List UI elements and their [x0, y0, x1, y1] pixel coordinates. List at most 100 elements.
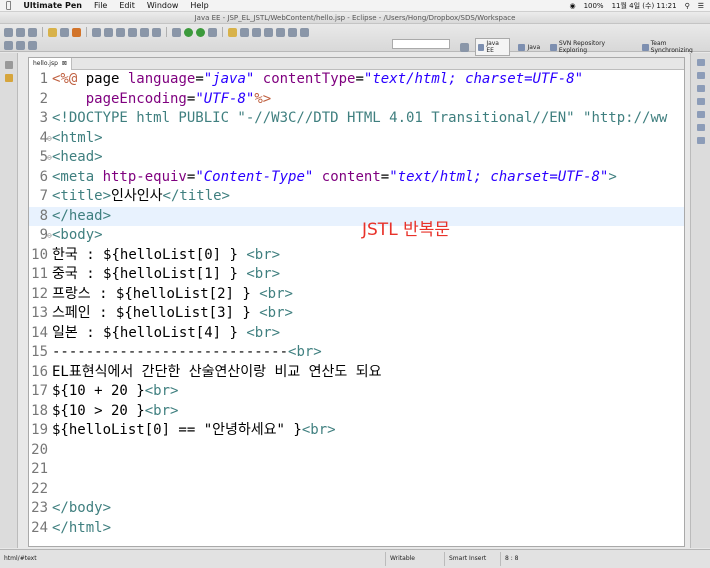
- code-line[interactable]: 16 EL표현식에서 간단한 산술연산이랑 비교 연산도 되요: [29, 363, 684, 383]
- code-line[interactable]: 21: [29, 460, 684, 480]
- code-line[interactable]: 8 </head>: [29, 206, 684, 226]
- properties-icon[interactable]: [696, 111, 705, 118]
- line-number: 3: [39, 110, 48, 126]
- outline-icon[interactable]: [696, 72, 705, 79]
- code-line[interactable]: 17 ${10 + 20 }<br>: [29, 382, 684, 402]
- back-icon[interactable]: [288, 27, 297, 37]
- code-line[interactable]: 4 ⊖ <html>: [29, 129, 684, 149]
- code-line[interactable]: 7 <title>인사인사</title>: [29, 187, 684, 207]
- code-line[interactable]: 14 일본 : ${helloList[4] } <br>: [29, 324, 684, 344]
- task-list-icon[interactable]: [696, 85, 705, 92]
- project-explorer-icon[interactable]: [4, 74, 13, 82]
- code-token: "UTF-8": [195, 90, 255, 107]
- fold-toggle-icon[interactable]: ⊖: [47, 148, 52, 168]
- fold-toggle-icon[interactable]: ⊖: [47, 129, 52, 149]
- code-token: <br>: [259, 305, 293, 321]
- code-token: ${10 + 20 }: [52, 383, 145, 399]
- code-line[interactable]: 5 ⊖ <head>: [29, 148, 684, 168]
- left-trim-stack: [0, 53, 18, 548]
- server-icon[interactable]: [48, 27, 57, 37]
- markers-icon[interactable]: [696, 98, 705, 105]
- code-line[interactable]: 12 프랑스 : ${helloList[2] } <br>: [29, 285, 684, 305]
- quick-access-input[interactable]: [392, 39, 450, 49]
- code-token: <%@: [52, 71, 86, 87]
- code-token: page: [85, 71, 128, 87]
- print-icon[interactable]: [28, 27, 37, 37]
- apple-icon[interactable]: : [6, 0, 11, 12]
- code-line[interactable]: 11 중국 : ${helloList[1] } <br>: [29, 265, 684, 285]
- new-server-icon[interactable]: [128, 27, 137, 37]
- debug-icon[interactable]: [172, 27, 181, 37]
- code-line[interactable]: 1 <%@ page language="java" contentType="t…: [29, 70, 684, 90]
- menu-list-icon[interactable]: ☰: [698, 0, 704, 12]
- toggle-mark-icon[interactable]: [4, 40, 13, 50]
- menu-help[interactable]: Help: [190, 0, 208, 12]
- code-token: content: [321, 168, 381, 185]
- code-line[interactable]: 20: [29, 441, 684, 461]
- code-line[interactable]: 19 ${helloList[0] == "안녕하세요" }<br>: [29, 421, 684, 441]
- close-icon[interactable]: ⊠: [62, 58, 67, 70]
- new-class-icon[interactable]: [240, 27, 249, 37]
- new-icon[interactable]: [4, 27, 13, 37]
- fold-toggle-icon[interactable]: ⊖: [47, 226, 52, 246]
- line-number: 22: [31, 480, 48, 497]
- perspective-java-ee[interactable]: Java EE: [474, 38, 511, 56]
- restore-view-icon[interactable]: [4, 61, 13, 69]
- console-icon[interactable]: [696, 137, 705, 144]
- servers-icon[interactable]: [696, 124, 705, 131]
- code-line[interactable]: 22: [29, 480, 684, 500]
- perspective-java[interactable]: Java: [516, 43, 542, 52]
- save-icon[interactable]: [16, 27, 25, 37]
- publish-icon[interactable]: [152, 27, 161, 37]
- tools-icon[interactable]: [72, 27, 81, 37]
- code-line[interactable]: 10 한국 : ${helloList[0] } <br>: [29, 246, 684, 266]
- deploy-icon[interactable]: [140, 27, 149, 37]
- code-line[interactable]: 23 </body>: [29, 499, 684, 519]
- open-perspective-icon[interactable]: [252, 27, 261, 37]
- search-icon[interactable]: ⚲: [685, 0, 690, 12]
- main-toolbar: Java EE Java SVN Repository Exploring Te…: [0, 24, 710, 56]
- annotation-prev-icon[interactable]: [276, 27, 285, 37]
- build-icon[interactable]: [60, 27, 69, 37]
- code-line[interactable]: 3 <!DOCTYPE html PUBLIC "-//W3C//DTD HTML…: [29, 109, 684, 129]
- clock[interactable]: 11월 4일 (수) 11:21: [612, 0, 677, 12]
- line-number: 10: [31, 246, 48, 263]
- wifi-icon[interactable]: ◉: [569, 0, 575, 12]
- app-name[interactable]: Ultimate Pen: [23, 0, 82, 12]
- code-line[interactable]: 24 </html>: [29, 519, 684, 539]
- line-number: 14: [31, 324, 48, 341]
- forward-icon[interactable]: [300, 27, 309, 37]
- menu-edit[interactable]: Edit: [119, 0, 135, 12]
- run-icon[interactable]: [184, 27, 193, 37]
- code-area[interactable]: 1 <%@ page language="java" contentType="t…: [29, 70, 684, 546]
- code-line[interactable]: 15 ----------------------------<br>: [29, 343, 684, 363]
- code-line[interactable]: 13 스페인 : ${helloList[3] } <br>: [29, 304, 684, 324]
- external-tools-icon[interactable]: [208, 27, 217, 37]
- annotation-next-icon[interactable]: [264, 27, 273, 37]
- code-token: <br>: [259, 285, 293, 302]
- perspective-svn[interactable]: SVN Repository Exploring: [548, 39, 634, 55]
- open-perspective-button-icon[interactable]: [460, 42, 469, 52]
- search-tool-icon[interactable]: [92, 27, 101, 37]
- tab-hello-jsp[interactable]: hello.jsp ⊠: [29, 58, 72, 70]
- code-line[interactable]: 6 <meta http-equiv = "Content-Type" content…: [29, 168, 684, 188]
- run-last-icon[interactable]: [196, 27, 205, 37]
- code-token: language: [127, 71, 196, 87]
- open-task-icon[interactable]: [116, 27, 125, 37]
- code-line[interactable]: 18 ${10 > 20 }<br>: [29, 402, 684, 422]
- toggle-block-icon[interactable]: [16, 40, 25, 50]
- battery-label[interactable]: 100%: [584, 0, 604, 12]
- code-line[interactable]: 2 pageEncoding="UTF-8"%>: [29, 90, 684, 110]
- status-divider: [444, 552, 445, 566]
- open-type-icon[interactable]: [104, 27, 113, 37]
- new-java-package-icon[interactable]: [228, 27, 237, 37]
- menu-file[interactable]: File: [94, 0, 107, 12]
- svn-icon: [550, 43, 557, 51]
- perspective-label: SVN Repository Exploring: [558, 40, 606, 54]
- code-line[interactable]: 9 ⊖ <body>: [29, 226, 684, 246]
- menu-window[interactable]: Window: [147, 0, 179, 12]
- restore-view-icon[interactable]: [696, 59, 705, 66]
- line-number: 18: [31, 402, 48, 419]
- show-whitespace-icon[interactable]: [28, 40, 37, 50]
